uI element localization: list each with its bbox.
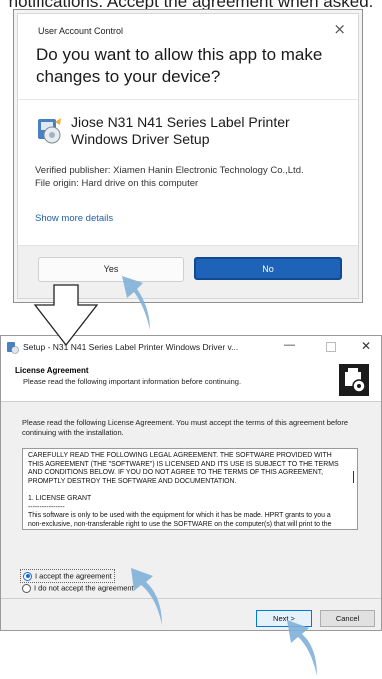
uac-dialog: User Account Control × Do you want to al… — [13, 9, 363, 303]
minimize-icon[interactable]: — — [284, 339, 295, 351]
installer-icon — [38, 118, 61, 144]
page-subtitle: Please read the following important info… — [23, 377, 242, 386]
radio-unchecked-icon — [22, 583, 31, 593]
installer-box-icon — [339, 364, 369, 396]
accept-label: I accept the agreement — [35, 571, 112, 581]
show-more-details-link[interactable]: Show more details — [35, 213, 113, 224]
decline-label: I do not accept the agreement — [34, 583, 134, 593]
window-title: Setup - N31 N41 Series Label Printer Win… — [23, 342, 239, 352]
maximize-icon[interactable] — [326, 342, 336, 352]
page-title: License Agreement — [15, 366, 89, 375]
uac-dialog-body: User Account Control × Do you want to al… — [17, 13, 359, 299]
decline-agreement-radio[interactable]: I do not accept the agreement — [22, 583, 134, 593]
uac-question: Do you want to allow this app to make ch… — [36, 45, 323, 86]
uac-footer: Yes No — [18, 245, 358, 298]
accept-agreement-radio[interactable]: I accept the agreement — [20, 569, 115, 583]
file-origin-text: File origin: Hard drive on this computer — [35, 178, 199, 189]
no-button[interactable]: No — [194, 257, 342, 280]
next-button[interactable]: Next > — [256, 610, 312, 627]
cancel-button[interactable]: Cancel — [320, 610, 375, 627]
scrollbar[interactable] — [353, 471, 354, 483]
uac-title: User Account Control — [38, 26, 124, 36]
setup-app-icon — [7, 342, 19, 354]
license-textbox[interactable]: CAREFULLY READ THE FOLLOWING LEGAL AGREE… — [22, 448, 358, 530]
wizard-header: License Agreement Please read the follow… — [1, 359, 381, 402]
close-icon[interactable]: ✕ — [361, 339, 371, 353]
license-text: CAREFULLY READ THE FOLLOWING LEGAL AGREE… — [28, 452, 339, 528]
divider — [1, 598, 381, 599]
radio-checked-icon — [23, 571, 32, 581]
yes-button[interactable]: Yes — [38, 257, 184, 282]
publisher-text: Verified publisher: Xiamen Hanin Electro… — [35, 165, 304, 176]
publisher-info: Verified publisher: Xiamen Hanin Electro… — [35, 164, 355, 190]
setup-window: Setup - N31 N41 Series Label Printer Win… — [0, 335, 382, 631]
divider — [18, 99, 358, 100]
close-icon[interactable]: × — [333, 20, 346, 38]
intro-text: Please read the following License Agreem… — [22, 418, 349, 437]
app-name: Jiose N31 N41 Series Label Printer Windo… — [71, 114, 290, 147]
title-bar: Setup - N31 N41 Series Label Printer Win… — [1, 336, 381, 359]
